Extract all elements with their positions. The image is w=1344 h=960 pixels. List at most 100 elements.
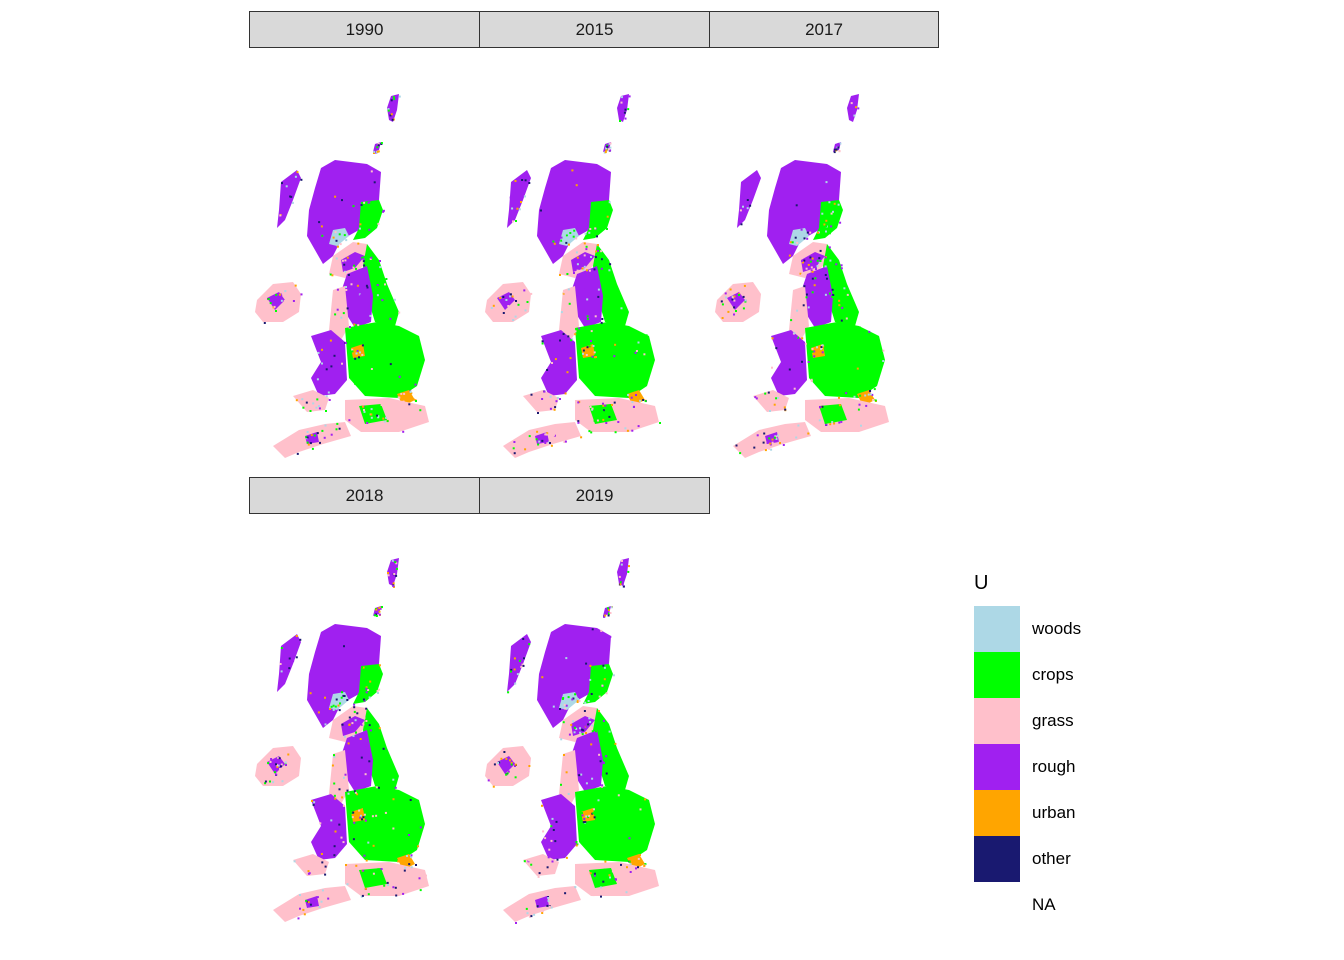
raster-cell-other bbox=[312, 803, 315, 806]
raster-cell-other bbox=[565, 241, 568, 244]
raster-cell-crops bbox=[333, 794, 336, 797]
raster-cell-rough bbox=[369, 729, 372, 732]
raster-cell-woods bbox=[586, 298, 589, 301]
raster-cell-grass bbox=[367, 689, 370, 691]
raster-cell-crops bbox=[606, 286, 608, 289]
raster-cell-crops bbox=[355, 731, 357, 734]
raster-cell-rough bbox=[548, 660, 551, 663]
raster-cell-crops bbox=[353, 710, 356, 713]
raster-cell-grass bbox=[269, 761, 272, 763]
raster-cell-woods bbox=[345, 239, 348, 242]
raster-cell-rough bbox=[333, 172, 336, 175]
raster-cell-grass bbox=[384, 811, 387, 814]
raster-cell-crops bbox=[419, 409, 422, 412]
raster-cell-crops bbox=[614, 431, 617, 434]
raster-cell-grass bbox=[512, 220, 514, 223]
raster-cell-grass bbox=[387, 574, 390, 577]
raster-cell-urban bbox=[287, 753, 290, 756]
raster-cell-urban bbox=[320, 225, 323, 228]
raster-cell-woods bbox=[377, 692, 379, 694]
raster-cell-woods bbox=[597, 799, 600, 802]
raster-cell-urban bbox=[833, 202, 836, 205]
raster-cell-crops bbox=[525, 907, 528, 910]
raster-cell-other bbox=[338, 823, 341, 826]
raster-cell-rough bbox=[359, 294, 362, 297]
raster-cell-crops bbox=[381, 606, 383, 608]
raster-cell-other bbox=[731, 298, 734, 301]
raster-cell-rough bbox=[314, 903, 316, 906]
raster-cell-woods bbox=[567, 793, 570, 795]
raster-cell-urban bbox=[764, 449, 767, 452]
raster-cell-other bbox=[593, 872, 596, 875]
raster-cell-other bbox=[391, 118, 394, 121]
raster-cell-grass bbox=[811, 347, 814, 350]
raster-cell-other bbox=[582, 729, 585, 732]
legend-key-crops bbox=[974, 652, 1020, 698]
raster-cell-woods bbox=[410, 866, 413, 869]
raster-cell-rough bbox=[292, 660, 295, 663]
raster-cell-woods bbox=[777, 434, 779, 437]
raster-cell-woods bbox=[316, 378, 319, 381]
raster-cell-rough bbox=[609, 635, 612, 638]
raster-cell-rough bbox=[553, 850, 556, 853]
raster-cell-woods bbox=[511, 207, 514, 210]
raster-cell-grass bbox=[548, 906, 551, 908]
raster-cell-rough bbox=[487, 779, 490, 782]
raster-cell-other bbox=[362, 260, 365, 263]
raster-cell-other bbox=[767, 391, 770, 394]
raster-cell-urban bbox=[365, 859, 368, 862]
raster-cell-woods bbox=[321, 362, 323, 365]
raster-cell-other bbox=[586, 346, 589, 349]
raster-cell-woods bbox=[291, 201, 294, 204]
raster-cell-grass bbox=[279, 768, 281, 770]
raster-cell-urban bbox=[589, 872, 592, 875]
raster-cell-urban bbox=[317, 711, 320, 714]
raster-cell-crops bbox=[386, 420, 389, 423]
raster-cell-rough bbox=[819, 406, 822, 409]
region-shetland-rough bbox=[847, 94, 859, 122]
raster-cell-rough bbox=[614, 878, 617, 881]
raster-cell-woods bbox=[325, 395, 328, 398]
raster-cell-other bbox=[530, 393, 533, 396]
raster-cell-woods bbox=[793, 332, 796, 335]
raster-cell-urban bbox=[329, 339, 332, 342]
raster-cell-grass bbox=[505, 445, 508, 448]
legend-label: rough bbox=[1032, 757, 1076, 776]
raster-cell-rough bbox=[402, 892, 405, 895]
raster-cell-crops bbox=[826, 262, 829, 265]
raster-cell-crops bbox=[873, 388, 876, 391]
raster-cell-urban bbox=[334, 830, 337, 833]
raster-cell-crops bbox=[627, 570, 630, 573]
legend-key-woods bbox=[974, 606, 1020, 652]
raster-cell-grass bbox=[398, 425, 401, 428]
raster-cell-other bbox=[394, 886, 397, 889]
raster-cell-urban bbox=[575, 184, 578, 187]
raster-cell-grass bbox=[733, 299, 736, 302]
region-midlands-crops bbox=[805, 322, 885, 398]
raster-cell-grass bbox=[406, 407, 409, 410]
raster-cell-urban bbox=[608, 874, 611, 877]
raster-cell-urban bbox=[376, 150, 379, 153]
raster-cell-woods bbox=[744, 299, 747, 302]
raster-cell-grass bbox=[264, 768, 267, 771]
raster-cell-crops bbox=[859, 394, 862, 397]
raster-cell-other bbox=[591, 628, 594, 631]
raster-cell-rough bbox=[353, 703, 356, 706]
raster-cell-grass bbox=[600, 629, 603, 632]
raster-cell-urban bbox=[580, 436, 583, 439]
raster-cell-other bbox=[819, 249, 822, 252]
raster-cell-other bbox=[567, 335, 570, 338]
raster-cell-crops bbox=[832, 303, 835, 306]
raster-cell-other bbox=[837, 146, 840, 149]
raster-cell-grass bbox=[292, 434, 295, 437]
raster-cell-urban bbox=[727, 310, 730, 313]
raster-cell-rough bbox=[419, 826, 422, 829]
raster-cell-other bbox=[593, 268, 596, 271]
raster-cell-rough bbox=[635, 867, 637, 870]
raster-cell-crops bbox=[316, 398, 319, 401]
raster-cell-grass bbox=[609, 612, 612, 614]
raster-cell-urban bbox=[575, 844, 578, 847]
raster-cell-other bbox=[832, 294, 835, 296]
raster-cell-other bbox=[833, 148, 836, 151]
raster-cell-woods bbox=[599, 886, 602, 889]
